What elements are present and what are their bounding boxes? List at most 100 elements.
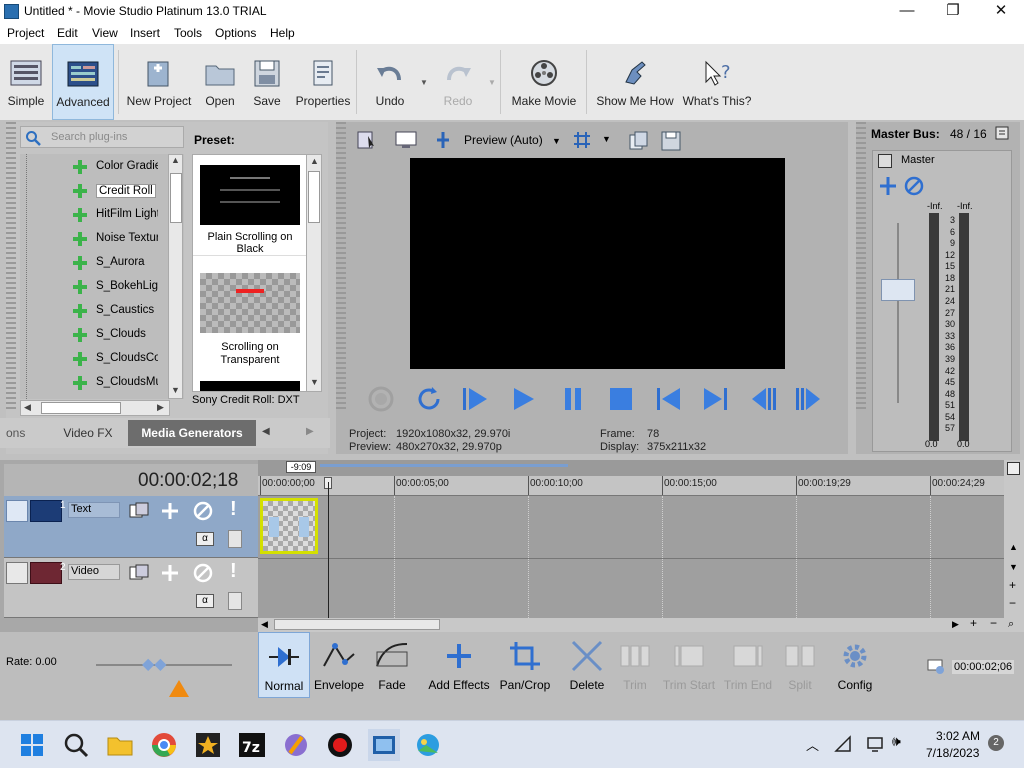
scroll-thumb[interactable] <box>308 171 320 223</box>
alpha-icon[interactable]: α <box>196 532 214 546</box>
new-project-button[interactable]: New Project <box>124 44 194 120</box>
menu-options[interactable]: Options <box>215 26 256 40</box>
trim-end-tool[interactable]: Trim End <box>722 632 774 698</box>
split-tool[interactable]: Split <box>776 632 824 698</box>
scroll-left-arrow[interactable]: ◀ <box>24 402 31 413</box>
preset-item-label[interactable]: Scrolling on Transparent <box>203 341 297 367</box>
config-tool[interactable]: Config <box>830 632 880 698</box>
track-solo-icon[interactable]: ! <box>230 498 237 521</box>
plugin-item[interactable]: S_Aurora <box>96 256 158 268</box>
menu-view[interactable]: View <box>92 26 118 40</box>
play-icon[interactable] <box>508 384 538 414</box>
search-icon[interactable] <box>60 729 92 761</box>
redo-button[interactable]: Redo <box>430 44 486 120</box>
zoom-in-vertical[interactable]: + <box>1009 578 1016 592</box>
add-effects-tool[interactable]: Add Effects <box>424 632 494 698</box>
fade-tool[interactable]: Fade <box>368 632 416 698</box>
windows-start-icon[interactable] <box>16 729 48 761</box>
plugin-item[interactable]: Color Gradient <box>96 160 158 172</box>
redo-dropdown-arrow[interactable]: ▼ <box>488 78 496 87</box>
properties-button[interactable]: Properties <box>292 44 354 120</box>
panel-grip[interactable] <box>336 122 346 412</box>
menu-tools[interactable]: Tools <box>174 26 202 40</box>
paint-app-icon[interactable] <box>280 729 312 761</box>
plugin-item[interactable]: S_Caustics <box>96 304 158 316</box>
track-name[interactable]: Video <box>68 564 120 580</box>
preset-item-label[interactable]: Plain Scrolling on Black <box>193 231 307 255</box>
undo-button[interactable]: Undo <box>362 44 418 120</box>
marker-flag[interactable]: -9:09 <box>286 461 316 473</box>
photos-app-icon[interactable] <box>412 729 444 761</box>
undo-dropdown-arrow[interactable]: ▼ <box>420 78 428 87</box>
preview-settings-icon[interactable] <box>356 130 378 150</box>
tab-scroll-left[interactable]: ◀ <box>262 426 270 437</box>
track-mute-icon[interactable] <box>192 562 214 584</box>
plugin-item[interactable]: S_CloudsColor <box>96 352 158 364</box>
track-menu-icon[interactable] <box>6 562 28 584</box>
playhead[interactable] <box>328 482 329 618</box>
chrome-icon[interactable] <box>148 729 180 761</box>
menu-help[interactable]: Help <box>270 26 295 40</box>
alpha-icon[interactable]: α <box>196 594 214 608</box>
show-me-how-button[interactable]: Show Me How <box>592 44 678 120</box>
track-mute-icon[interactable] <box>192 500 214 522</box>
record-button[interactable] <box>366 384 396 414</box>
split-screen-icon[interactable] <box>434 131 452 149</box>
flag-icon[interactable] <box>1007 462 1020 475</box>
track-lanes[interactable] <box>258 482 1004 618</box>
scroll-up-arrow[interactable]: ▲ <box>171 155 180 165</box>
expand-track-icon[interactable] <box>228 530 242 548</box>
plugin-item[interactable]: S_Clouds <box>96 328 158 340</box>
make-movie-button[interactable]: Make Movie <box>506 44 582 120</box>
movie-app-icon[interactable] <box>192 729 224 761</box>
whats-this-button[interactable]: ? What's This? <box>680 44 754 120</box>
master-toggle-icon[interactable] <box>878 154 892 168</box>
zoom-out-vertical[interactable]: − <box>1009 596 1016 610</box>
save-button[interactable]: Save <box>246 44 288 120</box>
menu-edit[interactable]: Edit <box>57 26 78 40</box>
scroll-down-arrow[interactable]: ▼ <box>310 377 319 387</box>
tab-transitions[interactable]: ons <box>6 420 46 446</box>
plugin-search-box[interactable]: Search plug-ins <box>20 126 184 148</box>
plugin-item[interactable]: HitFilm Light Flares <box>96 208 158 220</box>
network-icon[interactable] <box>834 735 854 755</box>
normal-edit-tool[interactable]: Normal <box>258 632 310 698</box>
clock-time[interactable]: 3:02 AM <box>936 729 980 743</box>
track-fx-icon[interactable] <box>160 563 180 583</box>
text-event-clip[interactable] <box>260 498 318 554</box>
pause-icon[interactable] <box>558 384 588 414</box>
7zip-icon[interactable]: 7z <box>236 729 268 761</box>
track-solo-icon[interactable]: ! <box>230 560 237 583</box>
menu-insert[interactable]: Insert <box>130 26 160 40</box>
plugin-item[interactable]: S_BokehLights <box>96 280 158 292</box>
zoom-out-horizontal[interactable]: − <box>990 616 997 630</box>
scroll-down-arrow[interactable]: ▼ <box>171 385 180 395</box>
scroll-down-arrow[interactable]: ▼ <box>1009 562 1018 572</box>
movie-studio-taskbar-icon[interactable] <box>368 729 400 761</box>
advanced-view-button[interactable]: Advanced <box>52 44 114 120</box>
zoom-tool-icon[interactable]: ⌕ <box>1008 618 1014 631</box>
timeline-horizontal-scrollbar[interactable]: ◀ ▶ + − ⌕ <box>258 616 1024 632</box>
copy-snapshot-icon[interactable] <box>628 130 650 152</box>
plugin-item[interactable]: Credit Roll <box>96 184 156 198</box>
previous-frame-icon[interactable] <box>748 384 778 414</box>
tree-vertical-scrollbar[interactable]: ▲ ▼ <box>168 154 183 399</box>
mute-icon[interactable] <box>903 175 925 197</box>
panel-grip[interactable] <box>856 122 866 412</box>
envelope-edit-tool[interactable]: Envelope <box>312 632 366 698</box>
record-app-icon[interactable] <box>324 729 356 761</box>
tab-scroll-right[interactable]: ▶ <box>306 426 314 437</box>
next-frame-icon[interactable] <box>794 384 824 414</box>
preset-scrollbar[interactable]: ▲ ▼ <box>306 154 322 392</box>
scroll-up-arrow[interactable]: ▲ <box>310 156 319 166</box>
notification-badge[interactable]: 2 <box>988 735 1004 751</box>
display-icon[interactable] <box>866 735 886 755</box>
h-scroll-thumb[interactable] <box>41 402 121 414</box>
volume-icon[interactable]: 🕪 <box>892 733 901 750</box>
master-fader-handle[interactable] <box>881 279 915 301</box>
time-ruler[interactable]: 00:00:00;00 00:00:05;00 00:00:10;00 00:00:1… <box>258 476 1004 496</box>
plugin-item[interactable]: S_CloudsMulti <box>96 376 158 388</box>
go-to-start-icon[interactable] <box>654 384 684 414</box>
h-scroll-thumb[interactable] <box>274 619 440 630</box>
track-header-text[interactable]: 1 Text ! α <box>4 496 258 558</box>
